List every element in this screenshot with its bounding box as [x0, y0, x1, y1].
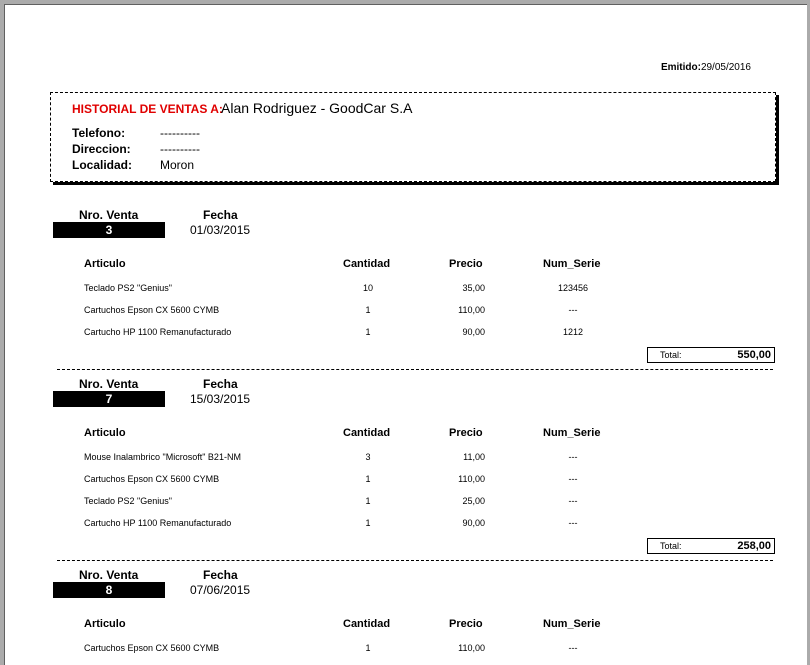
item-article: Cartuchos Epson CX 5600 CYMB: [84, 643, 220, 653]
table-row: Cartuchos Epson CX 5600 CYMB 1 110,00 --…: [5, 474, 807, 488]
item-article: Mouse Inalambrico "Microsoft" B21-NM: [84, 452, 241, 462]
table-row: Teclado PS2 "Genius" 10 35,00 123456: [5, 283, 807, 297]
sale-date: 07/06/2015: [190, 583, 251, 597]
item-quantity: 1: [365, 327, 371, 337]
sale-date-label: Fecha: [203, 568, 238, 582]
item-price: 110,00: [458, 474, 485, 484]
address-value: ----------: [160, 142, 200, 156]
column-header-quantity: Cantidad: [343, 258, 391, 270]
item-quantity: 1: [365, 643, 371, 653]
item-price: 110,00: [458, 643, 485, 653]
table-row: Cartuchos Epson CX 5600 CYMB 1 110,00 --…: [5, 305, 807, 319]
item-serial: 123456: [557, 283, 589, 293]
column-header-price: Precio: [449, 427, 483, 439]
item-serial: ---: [568, 496, 578, 506]
sale-separator: [57, 369, 773, 370]
item-article: Teclado PS2 "Genius": [84, 283, 172, 293]
item-serial: ---: [568, 518, 578, 528]
locality-value: Moron: [160, 158, 195, 172]
locality-label: Localidad:: [72, 158, 133, 172]
phone-value: ----------: [160, 126, 200, 140]
column-header-quantity: Cantidad: [343, 427, 391, 439]
issued-label: Emitido:: [660, 62, 701, 73]
total-label: Total:: [660, 541, 682, 551]
item-serial: ---: [568, 452, 578, 462]
item-serial: ---: [568, 643, 578, 653]
column-header-serial: Num_Serie: [543, 258, 601, 270]
sale-separator: [57, 560, 773, 561]
item-serial: 1212: [562, 327, 584, 337]
total-box: Total: 550,00: [647, 347, 775, 363]
sale-number-label: Nro. Venta: [79, 377, 139, 391]
item-price: 90,00: [462, 327, 485, 337]
sale-number: 7: [53, 391, 165, 407]
client-name: Alan Rodriguez - GoodCar S.A: [221, 100, 413, 116]
total-value: 258,00: [737, 540, 771, 552]
column-header-quantity: Cantidad: [343, 618, 391, 630]
sale-number-label: Nro. Venta: [79, 208, 139, 222]
table-row: Mouse Inalambrico "Microsoft" B21-NM 3 1…: [5, 452, 807, 466]
column-header-serial: Num_Serie: [543, 618, 601, 630]
table-row: Teclado PS2 "Genius" 1 25,00 ---: [5, 496, 807, 510]
item-article: Teclado PS2 "Genius": [84, 496, 172, 506]
item-price: 90,00: [462, 518, 485, 528]
sale-date-label: Fecha: [203, 377, 238, 391]
item-price: 11,00: [463, 452, 485, 462]
table-row: Cartucho HP 1100 Remanufacturado 1 90,00…: [5, 518, 807, 532]
item-quantity: 1: [365, 305, 371, 315]
column-header-price: Precio: [449, 258, 483, 270]
item-quantity: 1: [365, 474, 371, 484]
item-serial: ---: [568, 474, 578, 484]
issued-date: Emitido:29/05/2016: [661, 62, 751, 73]
item-price: 35,00: [462, 283, 485, 293]
item-quantity: 3: [365, 452, 371, 462]
column-header-article: Articulo: [84, 427, 126, 439]
client-info-box: HISTORIAL DE VENTAS A: Alan Rodriguez - …: [50, 92, 776, 182]
item-article: Cartucho HP 1100 Remanufacturado: [84, 327, 232, 337]
table-row: Cartucho HP 1100 Remanufacturado 1 90,00…: [5, 327, 807, 341]
item-quantity: 1: [365, 518, 371, 528]
total-value: 550,00: [737, 349, 771, 361]
item-serial: ---: [568, 305, 578, 315]
item-price: 110,00: [458, 305, 485, 315]
total-box: Total: 258,00: [647, 538, 775, 554]
sale-number-label: Nro. Venta: [79, 568, 139, 582]
table-row: Cartuchos Epson CX 5600 CYMB 1 110,00 --…: [5, 643, 807, 657]
phone-label: Telefono:: [72, 126, 126, 140]
report-page: Emitido:29/05/2016 HISTORIAL DE VENTAS A…: [4, 4, 807, 665]
item-price: 25,00: [462, 496, 485, 506]
column-header-serial: Num_Serie: [543, 427, 601, 439]
sale-date: 01/03/2015: [190, 223, 251, 237]
column-header-price: Precio: [449, 618, 483, 630]
item-article: Cartuchos Epson CX 5600 CYMB: [84, 305, 220, 315]
item-article: Cartucho HP 1100 Remanufacturado: [84, 518, 232, 528]
sale-number: 3: [53, 222, 165, 238]
issued-value: 29/05/2016: [700, 62, 751, 73]
item-article: Cartuchos Epson CX 5600 CYMB: [84, 474, 220, 484]
column-header-article: Articulo: [84, 618, 126, 630]
history-title: HISTORIAL DE VENTAS A:: [72, 102, 223, 116]
sale-date: 15/03/2015: [190, 392, 251, 406]
total-label: Total:: [660, 350, 682, 360]
address-label: Direccion:: [72, 142, 131, 156]
sale-number: 8: [53, 582, 165, 598]
item-quantity: 10: [362, 283, 373, 293]
column-header-article: Articulo: [84, 258, 126, 270]
item-quantity: 1: [365, 496, 371, 506]
sale-date-label: Fecha: [203, 208, 238, 222]
